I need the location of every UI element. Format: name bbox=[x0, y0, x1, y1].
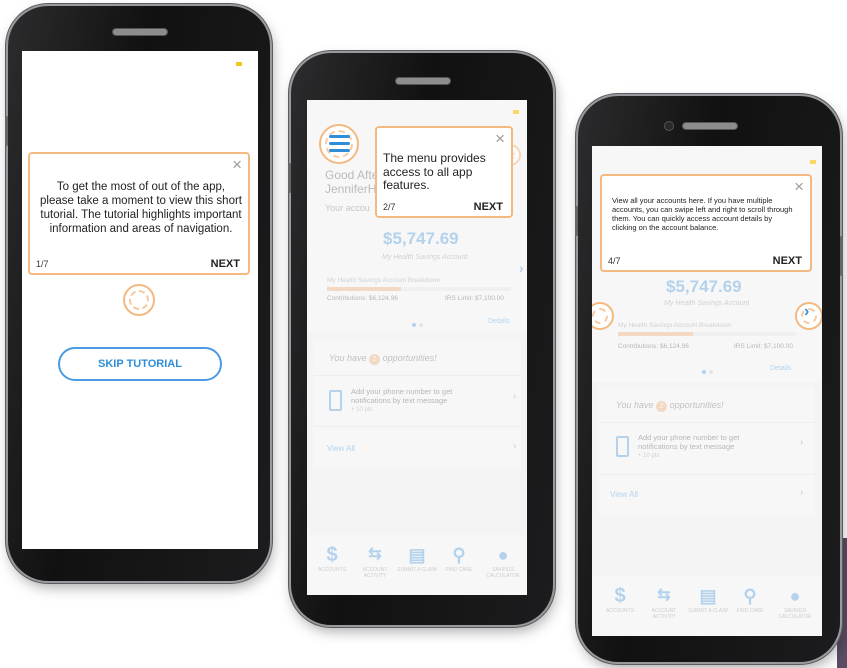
chevron-right-icon[interactable]: › bbox=[800, 487, 803, 498]
phone-1: × To get the most of out of the app, ple… bbox=[5, 6, 270, 581]
account-name: My Health Savings Account bbox=[664, 300, 750, 307]
opportunity-title[interactable]: Add your phone number to get notificatio… bbox=[638, 433, 778, 451]
contributions-amount: Contributions: $6,124.96 bbox=[327, 295, 398, 302]
tutorial-tooltip: × The menu provides access to all app fe… bbox=[375, 126, 513, 218]
next-button[interactable]: NEXT bbox=[211, 258, 240, 270]
tab-account-activity[interactable]: ⇆ ACCOUNT ACTIVITY bbox=[355, 543, 395, 579]
opportunity-points: + 10 pts bbox=[351, 407, 373, 413]
account-breakdown: My Health Savings Account Breakdown bbox=[327, 277, 441, 284]
volume-button bbox=[288, 163, 291, 193]
speaker-grille bbox=[682, 122, 738, 130]
dollar-icon: $ bbox=[326, 544, 338, 566]
opportunity-title[interactable]: Add your phone number to get notificatio… bbox=[351, 387, 486, 405]
screen-2: Good Afte JenniferH Your accou $5,747.69… bbox=[307, 100, 527, 595]
greeting: Good Afte bbox=[325, 168, 379, 182]
tooltip-message: To get the most of out of the app, pleas… bbox=[40, 181, 242, 235]
view-all-link[interactable]: View All bbox=[610, 490, 638, 499]
phone-3: $5,747.69 My Health Savings Account My H… bbox=[575, 96, 843, 662]
contribution-progress bbox=[618, 332, 796, 336]
pager-dot-active bbox=[702, 370, 706, 374]
phone-2: Good Afte JenniferH Your accou $5,747.69… bbox=[288, 53, 553, 625]
account-name: My Health Savings Account bbox=[382, 254, 468, 261]
close-icon[interactable]: × bbox=[495, 130, 505, 148]
account-balance[interactable]: $5,747.69 bbox=[666, 277, 742, 297]
activity-icon: ⇆ bbox=[368, 546, 382, 563]
irs-limit: IRS Limit: $7,100.00 bbox=[734, 343, 793, 350]
screen-1: × To get the most of out of the app, ple… bbox=[22, 51, 258, 549]
menu-icon[interactable] bbox=[329, 135, 350, 156]
chevron-right-icon[interactable]: › bbox=[519, 260, 524, 276]
battery-indicator bbox=[236, 62, 242, 66]
skip-tutorial-button[interactable]: SKIP TUTORIAL bbox=[58, 347, 222, 381]
opportunities-heading: You have 2 opportunities! bbox=[616, 400, 724, 412]
location-pin-icon: ⚲ bbox=[743, 586, 757, 606]
next-button[interactable]: NEXT bbox=[773, 255, 802, 267]
tooltip-message: The menu provides access to all app feat… bbox=[383, 151, 486, 192]
tutorial-tooltip: × To get the most of out of the app, ple… bbox=[28, 152, 250, 275]
tab-accounts[interactable]: $ ACCOUNTS bbox=[600, 584, 640, 614]
highlight-ring bbox=[123, 284, 155, 316]
piggy-bank-icon: ● bbox=[789, 586, 801, 606]
tab-bar: $ ACCOUNTS ⇆ ACCOUNT ACTIVITY ▤ SUBMIT A… bbox=[307, 535, 527, 595]
speaker-grille bbox=[395, 77, 451, 85]
details-link[interactable]: Details bbox=[488, 318, 509, 325]
next-button[interactable]: NEXT bbox=[474, 201, 503, 213]
tab-accounts[interactable]: $ ACCOUNTS bbox=[313, 543, 351, 573]
phone-icon bbox=[616, 436, 629, 457]
tooltip-step-counter: 2/7 bbox=[383, 202, 396, 212]
tab-account-activity[interactable]: ⇆ ACCOUNT ACTIVITY bbox=[644, 584, 684, 620]
tab-submit-claim[interactable]: ▤ SUBMIT A CLAIM bbox=[397, 543, 437, 573]
tooltip-message: View all your accounts here. If you have… bbox=[612, 196, 793, 232]
phone-icon bbox=[329, 390, 342, 411]
dollar-icon: $ bbox=[614, 585, 626, 607]
pager-dot bbox=[419, 323, 423, 327]
account-breakdown: My Health Savings Account Breakdown bbox=[618, 322, 732, 329]
tab-bar: $ ACCOUNTS ⇆ ACCOUNT ACTIVITY ▤ SUBMIT A… bbox=[592, 576, 822, 636]
clipboard-icon: ▤ bbox=[699, 586, 717, 606]
pager-dot-active bbox=[412, 323, 416, 327]
opportunities-heading: You have 2 opportunities! bbox=[329, 353, 437, 365]
opportunities-count-badge: 2 bbox=[369, 354, 381, 365]
close-icon[interactable]: × bbox=[794, 178, 804, 196]
piggy-bank-icon: ● bbox=[497, 545, 509, 565]
camera-icon bbox=[664, 121, 674, 131]
speaker-grille bbox=[112, 28, 168, 36]
chevron-right-icon[interactable]: › bbox=[804, 303, 809, 321]
chevron-right-icon[interactable]: › bbox=[513, 391, 516, 402]
volume-button bbox=[575, 206, 578, 236]
clipboard-icon: ▤ bbox=[408, 545, 426, 565]
location-pin-icon: ⚲ bbox=[452, 545, 466, 565]
tab-submit-claim[interactable]: ▤ SUBMIT A CLAIM bbox=[688, 584, 728, 614]
tab-savings-calculator[interactable]: ● SAVINGS CALCULATOR bbox=[481, 543, 525, 579]
close-icon[interactable]: × bbox=[232, 156, 242, 174]
volume-button bbox=[5, 116, 8, 146]
chevron-right-icon[interactable]: › bbox=[800, 437, 803, 448]
activity-icon: ⇆ bbox=[657, 587, 671, 604]
opportunity-points: + 10 pts bbox=[638, 453, 660, 459]
pager-dot bbox=[709, 370, 713, 374]
tab-savings-calculator[interactable]: ● SAVINGS CALCULATOR bbox=[772, 584, 818, 620]
details-link[interactable]: Details bbox=[770, 365, 791, 372]
opportunities-count-badge: 2 bbox=[656, 401, 668, 412]
tutorial-tooltip: × View all your accounts here. If you ha… bbox=[600, 174, 812, 272]
tab-find-care[interactable]: ⚲ FIND CARE bbox=[730, 584, 770, 614]
contributions-amount: Contributions: $6,124.96 bbox=[618, 343, 689, 350]
account-balance[interactable]: $5,747.69 bbox=[383, 229, 459, 249]
irs-limit: IRS Limit: $7,100.00 bbox=[445, 295, 504, 302]
tab-find-care[interactable]: ⚲ FIND CARE bbox=[439, 543, 479, 573]
user-name: JenniferH bbox=[325, 182, 377, 196]
your-accounts-label: Your accou bbox=[325, 203, 370, 213]
view-all-link[interactable]: View All bbox=[327, 444, 355, 453]
tooltip-step-counter: 4/7 bbox=[608, 256, 621, 266]
power-button bbox=[840, 236, 843, 276]
screen-3: $5,747.69 My Health Savings Account My H… bbox=[592, 146, 822, 636]
tooltip-step-counter: 1/7 bbox=[36, 259, 49, 269]
chevron-right-icon[interactable]: › bbox=[513, 441, 516, 452]
contribution-progress bbox=[327, 287, 511, 291]
